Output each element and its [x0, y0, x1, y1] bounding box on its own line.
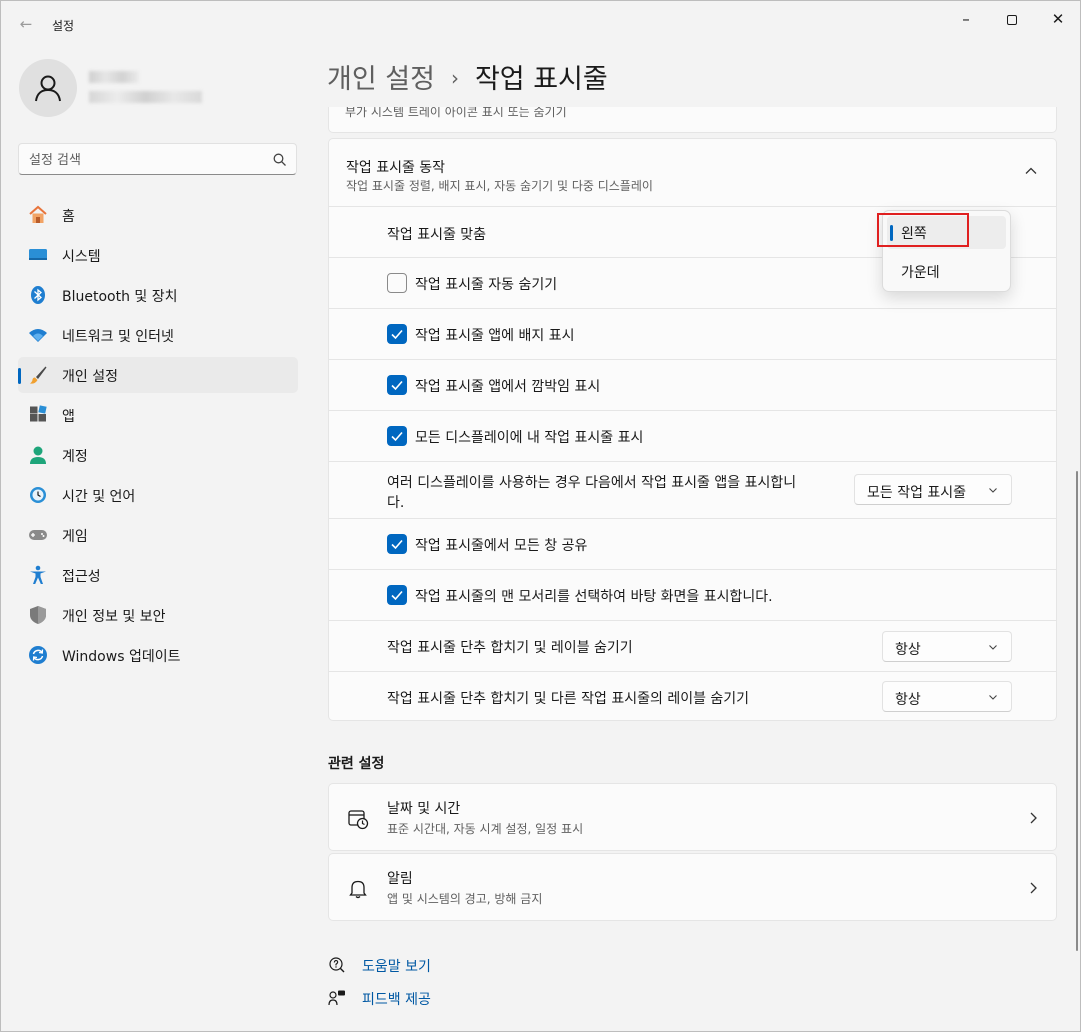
- overflow-icons-card[interactable]: 부가 시스템 트레이 아이콘 표시 또는 숨기기: [328, 107, 1057, 133]
- checkmark-icon: [391, 590, 403, 601]
- checkmark-icon: [391, 431, 403, 442]
- maximize-button[interactable]: [989, 7, 1035, 31]
- checkmark-icon: [391, 380, 403, 391]
- help-link[interactable]: 도움말 보기: [362, 956, 431, 976]
- combine-other-dropdown[interactable]: 항상: [882, 681, 1012, 712]
- share-window-row[interactable]: 작업 표시줄에서 모든 창 공유: [329, 519, 1056, 570]
- settings-window: ← 설정 – ✕ 홈: [0, 0, 1081, 1032]
- all-displays-row[interactable]: 모든 디스플레이에 내 작업 표시줄 표시: [329, 411, 1056, 462]
- alignment-option-center[interactable]: 가운데: [901, 262, 940, 282]
- combine-buttons-dropdown[interactable]: 항상: [882, 631, 1012, 662]
- share-window-label: 작업 표시줄에서 모든 창 공유: [415, 538, 588, 554]
- close-button[interactable]: ✕: [1035, 7, 1080, 31]
- chevron-right-icon: [1030, 812, 1037, 824]
- top-card-text: 부가 시스템 트레이 아이콘 표시 또는 숨기기: [345, 107, 567, 119]
- related-date-time[interactable]: 날짜 및 시간 표준 시간대, 자동 시계 설정, 일정 표시: [328, 783, 1057, 851]
- breadcrumb-separator: ›: [450, 66, 459, 90]
- section-subtitle: 작업 표시줄 정렬, 배지 표시, 자동 숨기기 및 다중 디스플레이: [346, 179, 653, 193]
- section-title: 작업 표시줄 동작: [346, 160, 446, 176]
- combine-buttons-row: 작업 표시줄 단추 합치기 및 레이블 숨기기 항상: [329, 621, 1056, 672]
- combine-other-row: 작업 표시줄 단추 합치기 및 다른 작업 표시줄의 레이블 숨기기 항상: [329, 672, 1056, 722]
- combine-buttons-label: 작업 표시줄 단추 합치기 및 레이블 숨기기: [387, 640, 633, 656]
- combine-other-label: 작업 표시줄 단추 합치기 및 다른 작업 표시줄의 레이블 숨기기: [387, 691, 750, 707]
- page-title: 작업 표시줄: [474, 64, 608, 95]
- auto-hide-label: 작업 표시줄 자동 숨기기: [415, 277, 558, 293]
- chevron-up-icon[interactable]: [1023, 163, 1039, 179]
- flashing-label: 작업 표시줄 앱에서 깜박임 표시: [415, 379, 601, 395]
- checkmark-icon: [391, 539, 403, 550]
- back-arrow-icon[interactable]: ←: [15, 13, 37, 35]
- annotation-highlight-box: [877, 213, 969, 247]
- flashing-row[interactable]: 작업 표시줄 앱에서 깜박임 표시: [329, 360, 1056, 411]
- dropdown-value: 모든 작업 표시줄: [867, 485, 967, 501]
- calendar-clock-icon: [348, 810, 369, 830]
- multi-display-row: 여러 디스플레이를 사용하는 경우 다음에서 작업 표시줄 앱을 표시합니 다.…: [329, 462, 1056, 519]
- title-bar: ← 설정 – ✕: [1, 1, 1080, 41]
- chevron-down-icon: [989, 645, 997, 650]
- auto-hide-checkbox[interactable]: [387, 273, 407, 293]
- checkmark-icon: [391, 329, 403, 340]
- minimize-button[interactable]: –: [943, 7, 989, 31]
- user-icon: [35, 75, 61, 102]
- chevron-down-icon: [989, 695, 997, 700]
- alignment-label: 작업 표시줄 맞춤: [387, 227, 487, 243]
- far-corner-checkbox[interactable]: [387, 585, 407, 605]
- badges-row[interactable]: 작업 표시줄 앱에 배지 표시: [329, 309, 1056, 360]
- related-item-subtitle: 표준 시간대, 자동 시계 설정, 일정 표시: [387, 822, 584, 836]
- share-window-checkbox[interactable]: [387, 534, 407, 554]
- scrollbar[interactable]: [1076, 471, 1078, 951]
- chevron-down-icon: [989, 488, 997, 493]
- bell-icon: [349, 880, 367, 899]
- badges-checkbox[interactable]: [387, 324, 407, 344]
- far-corner-row[interactable]: 작업 표시줄의 맨 모서리를 선택하여 바탕 화면을 표시합니다.: [329, 570, 1056, 621]
- related-notifications[interactable]: 알림 앱 및 시스템의 경고, 방해 금지: [328, 853, 1057, 921]
- badges-label: 작업 표시줄 앱에 배지 표시: [415, 328, 575, 344]
- app-title: 설정: [52, 19, 75, 33]
- related-item-subtitle: 앱 및 시스템의 경고, 방해 금지: [387, 892, 543, 906]
- all-displays-label: 모든 디스플레이에 내 작업 표시줄 표시: [415, 430, 644, 446]
- related-item-title: 날짜 및 시간: [387, 801, 461, 817]
- flashing-checkbox[interactable]: [387, 375, 407, 395]
- chevron-right-icon: [1030, 882, 1037, 894]
- user-name-redacted: [89, 71, 139, 83]
- related-item-title: 알림: [387, 871, 413, 887]
- user-email-redacted: [89, 91, 202, 103]
- maximize-icon: [1007, 14, 1017, 25]
- far-corner-label: 작업 표시줄의 맨 모서리를 선택하여 바탕 화면을 표시합니다.: [415, 589, 773, 605]
- feedback-link[interactable]: 피드백 제공: [362, 989, 431, 1009]
- multi-display-label-line1: 여러 디스플레이를 사용하는 경우 다음에서 작업 표시줄 앱을 표시합니: [387, 475, 797, 491]
- multi-display-dropdown[interactable]: 모든 작업 표시줄: [854, 474, 1012, 505]
- dropdown-value: 항상: [895, 642, 921, 658]
- help-icon: [329, 957, 345, 973]
- feedback-icon: [328, 990, 345, 1006]
- dropdown-value: 항상: [895, 692, 921, 708]
- taskbar-behaviors-header[interactable]: 작업 표시줄 동작 작업 표시줄 정렬, 배지 표시, 자동 숨기기 및 다중 …: [329, 139, 1056, 207]
- multi-display-label-line2: 다.: [387, 495, 405, 511]
- related-settings-title: 관련 설정: [328, 756, 385, 772]
- all-displays-checkbox[interactable]: [387, 426, 407, 446]
- breadcrumb: 개인 설정 › 작업 표시줄: [327, 57, 608, 96]
- breadcrumb-parent[interactable]: 개인 설정: [327, 64, 435, 95]
